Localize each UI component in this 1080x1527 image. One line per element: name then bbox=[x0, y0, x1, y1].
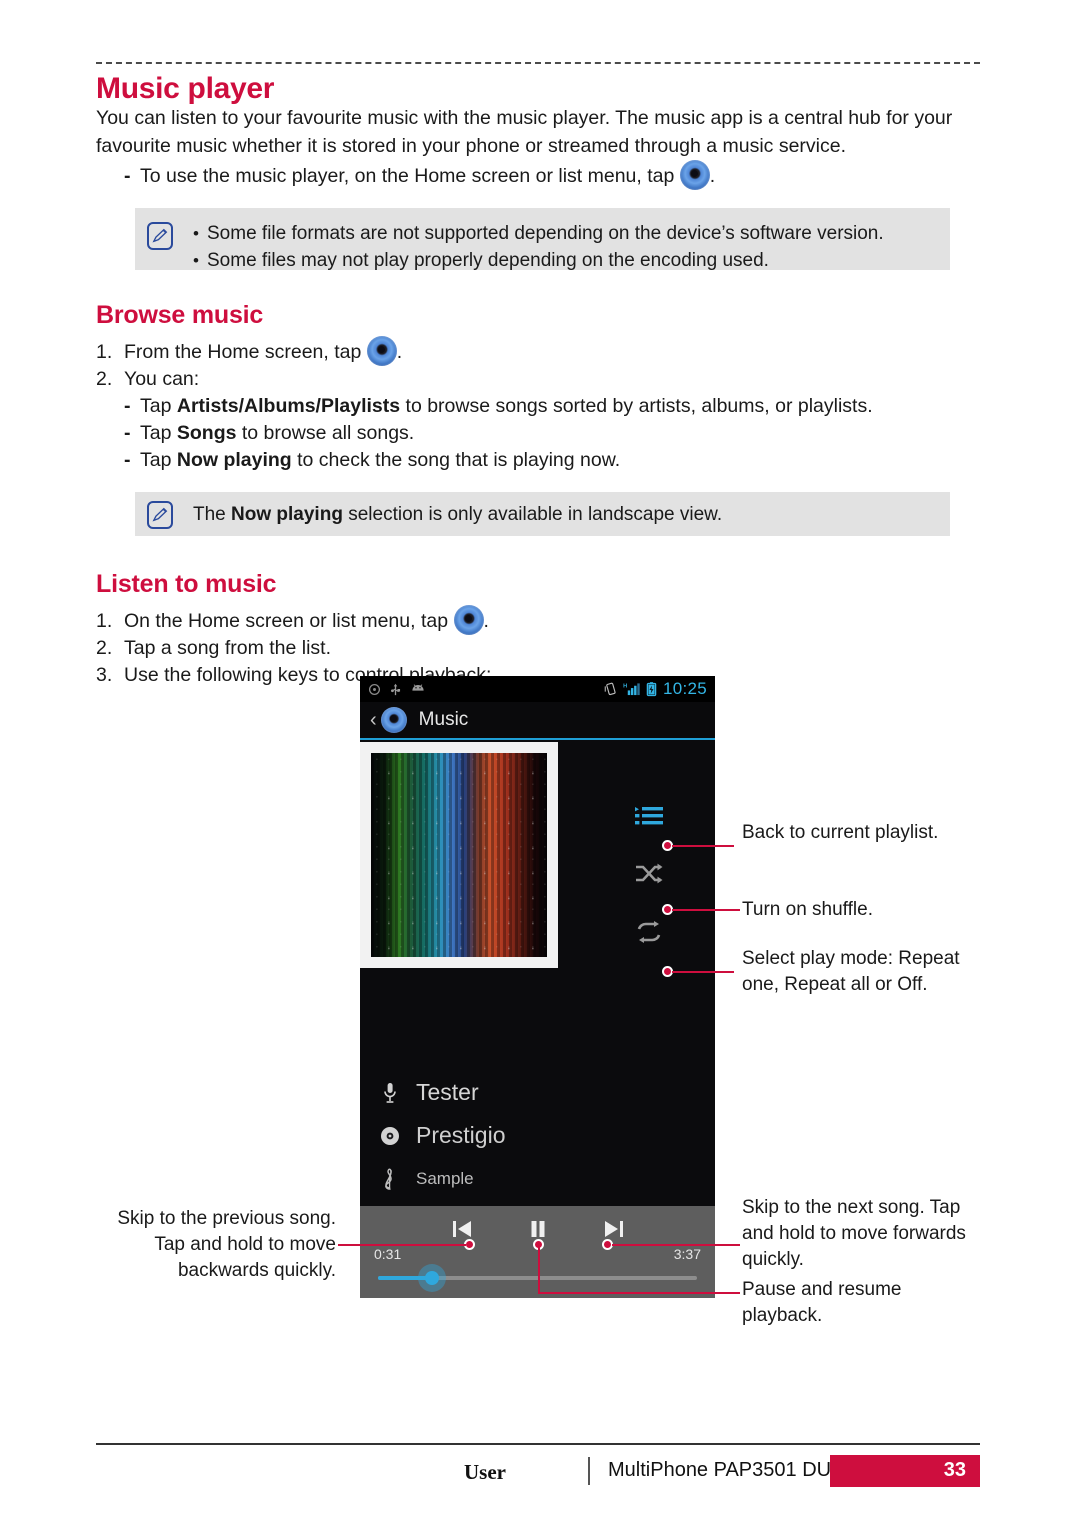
phone-screenshot: H 10:25 ‹ Music Tester Prestigio Sample … bbox=[360, 676, 715, 1298]
note-box-formats: • Some file formats are not supported dep… bbox=[135, 208, 950, 271]
browse-steps: 1. From the Home screen, tap . 2. You can:… bbox=[96, 336, 873, 474]
status-clock: 10:25 bbox=[662, 679, 707, 698]
treble-clef-icon bbox=[378, 1168, 402, 1190]
callout-shuffle: Turn on shuffle. bbox=[742, 899, 873, 920]
now-playing-track-row: Sample bbox=[378, 1157, 715, 1200]
music-speaker-icon bbox=[380, 707, 407, 733]
repeat-icon[interactable] bbox=[635, 920, 663, 944]
callout-pause: Pause and resume playback. bbox=[742, 1279, 902, 1326]
next-icon[interactable] bbox=[602, 1217, 626, 1241]
list-item: - Tap Now playing to check the song that … bbox=[96, 447, 873, 474]
callout-repeat: Select play mode: Repeat one, Repeat all… bbox=[742, 948, 960, 995]
elapsed-time: 0:31 bbox=[374, 1246, 402, 1262]
note-box-formats-body: • Some file formats are not supported dep… bbox=[193, 220, 936, 274]
list-item: • Some file formats are not supported dep… bbox=[193, 223, 884, 244]
note-pencil-icon bbox=[147, 222, 173, 250]
callout-next: Skip to the next song. Tap and hold to m… bbox=[742, 1197, 966, 1270]
footer-divider bbox=[96, 1443, 980, 1445]
callout-leader-pause-h bbox=[537, 1292, 740, 1294]
playlist-icon[interactable] bbox=[635, 804, 663, 828]
manual-page: Music player You can listen to your favo… bbox=[0, 0, 1080, 1527]
signal-h-icon: H bbox=[623, 683, 640, 696]
music-speaker-icon bbox=[453, 605, 484, 635]
shuffle-icon[interactable] bbox=[635, 862, 663, 886]
dash-marker: - bbox=[124, 395, 131, 417]
callout-leader-next bbox=[612, 1243, 740, 1246]
svg-text:H: H bbox=[623, 684, 627, 690]
top-divider bbox=[96, 62, 980, 64]
status-bar: H 10:25 bbox=[360, 676, 715, 702]
list-item: • Some files may not play properly depend… bbox=[193, 250, 769, 271]
now-playing-meta: Tester Prestigio Sample bbox=[360, 1071, 715, 1200]
back-chevron-icon[interactable]: ‹ bbox=[370, 710, 377, 730]
note-pencil-icon bbox=[147, 501, 173, 529]
app-title: Music bbox=[418, 709, 469, 730]
dash-marker: - bbox=[124, 422, 131, 444]
dash-marker: - bbox=[124, 165, 131, 187]
list-item: - Tap Songs to browse all songs. bbox=[96, 420, 873, 447]
previous-icon[interactable] bbox=[450, 1217, 474, 1241]
list-item: 1. From the Home screen, tap . bbox=[96, 336, 873, 366]
list-item: - Tap Artists/Albums/Playlists to browse … bbox=[96, 393, 873, 420]
alarm-icon bbox=[368, 683, 381, 695]
now-playing-artist-row: Tester bbox=[378, 1071, 715, 1114]
disc-icon bbox=[378, 1126, 402, 1146]
callout-playlist: Back to current playlist. bbox=[742, 822, 939, 843]
callout-leader-playlist bbox=[672, 844, 734, 847]
footer-model-name: MultiPhone PAP3501 DUO bbox=[608, 1459, 847, 1481]
track-name: Sample bbox=[416, 1168, 474, 1188]
use-player-period: . bbox=[709, 165, 716, 187]
album-art-panel bbox=[360, 742, 558, 968]
pencil-glyph bbox=[152, 507, 168, 522]
pencil-glyph bbox=[152, 228, 168, 243]
callout-previous: Skip to the previous song. Tap and hold … bbox=[117, 1208, 336, 1281]
section-heading-listen: Listen to music bbox=[96, 570, 277, 598]
microphone-icon bbox=[378, 1082, 402, 1104]
page-number: 33 bbox=[943, 1459, 966, 1481]
music-speaker-icon bbox=[679, 160, 710, 190]
page-title: Music player bbox=[96, 72, 275, 105]
usb-icon bbox=[391, 683, 401, 696]
section-heading-browse: Browse music bbox=[96, 301, 264, 329]
callout-leader-previous bbox=[338, 1243, 466, 1246]
music-speaker-icon bbox=[366, 336, 397, 366]
footer-user-label: User bbox=[464, 1460, 506, 1484]
callout-leader-repeat bbox=[672, 970, 734, 973]
list-item: 2. Tap a song from the list. bbox=[96, 637, 332, 659]
album-name: Prestigio bbox=[416, 1122, 506, 1148]
duration-time: 3:37 bbox=[673, 1246, 701, 1262]
use-player-text: To use the music player, on the Home scr… bbox=[140, 165, 675, 187]
vibrate-icon bbox=[604, 682, 616, 696]
app-bar: ‹ Music bbox=[360, 702, 715, 740]
now-playing-album-row: Prestigio bbox=[378, 1114, 715, 1157]
callout-leader-shuffle bbox=[672, 908, 740, 911]
artist-name: Tester bbox=[416, 1079, 479, 1105]
list-item: 1. On the Home screen or list menu, tap . bbox=[96, 605, 491, 635]
note-box-landscape: The Now playing selection is only availa… bbox=[135, 492, 950, 536]
list-item: 2. You can: bbox=[96, 368, 200, 390]
dash-marker: - bbox=[124, 449, 131, 471]
page-footer: User MultiPhone PAP3501 DUO 33 bbox=[96, 1455, 980, 1489]
pause-icon[interactable] bbox=[526, 1217, 550, 1241]
note-box-landscape-body: The Now playing selection is only availa… bbox=[193, 503, 723, 525]
battery-charging-icon bbox=[646, 681, 657, 696]
callout-leader-pause-v bbox=[537, 1244, 540, 1294]
side-control-group bbox=[558, 742, 715, 968]
intro-paragraph: You can listen to your favourite music w… bbox=[96, 107, 953, 157]
android-icon bbox=[412, 684, 424, 691]
footer-separator bbox=[588, 1457, 590, 1485]
album-art-image bbox=[371, 753, 547, 957]
use-player-line: - To use the music player, on the Home sc… bbox=[124, 160, 974, 190]
